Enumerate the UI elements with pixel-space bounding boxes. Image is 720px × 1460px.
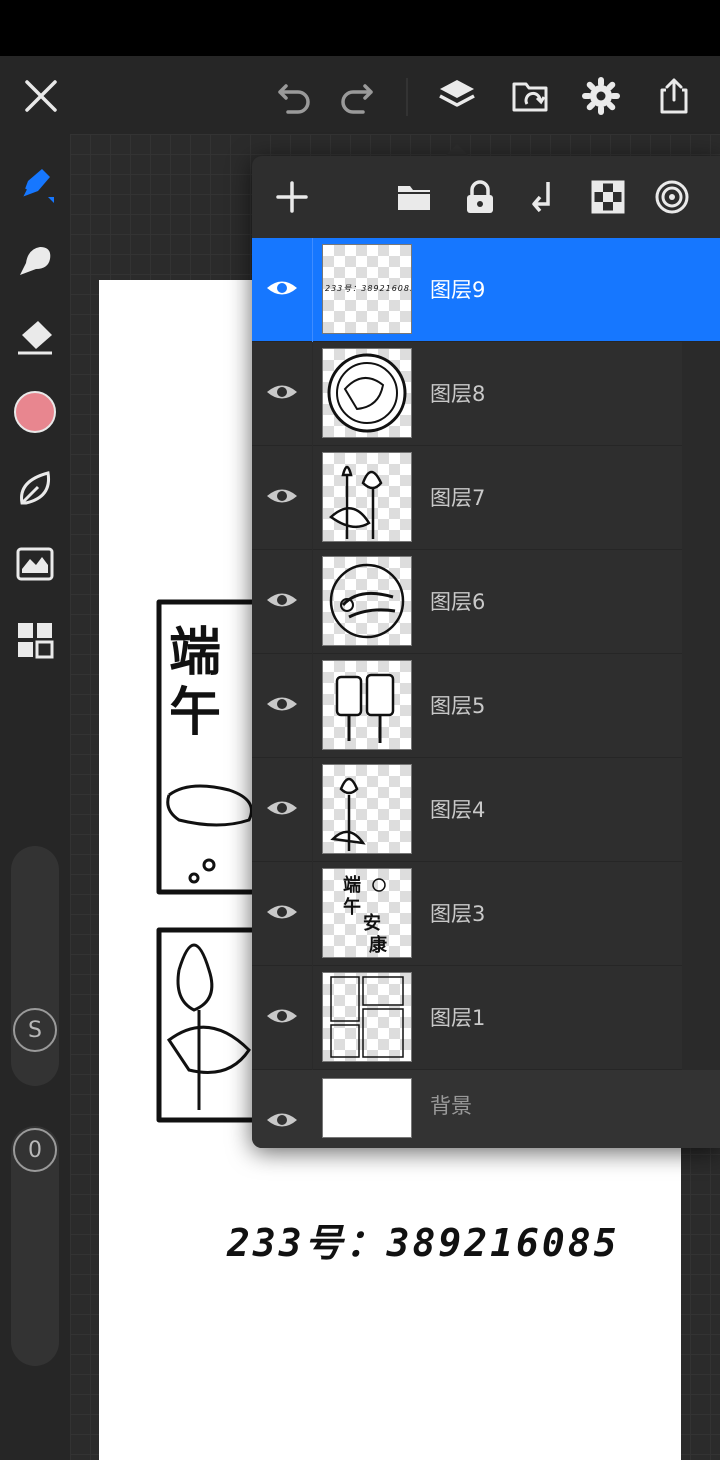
gallery-icon[interactable]	[506, 72, 554, 120]
visibility-eye-icon[interactable]	[262, 372, 302, 412]
layer-thumbnail	[322, 764, 412, 854]
redo-icon[interactable]	[333, 72, 381, 120]
svg-text:康: 康	[369, 934, 388, 956]
column-divider	[312, 342, 313, 446]
column-divider	[312, 966, 313, 1070]
visibility-eye-icon[interactable]	[262, 996, 302, 1036]
canvas-signature-text: 233号：389216085	[227, 1221, 620, 1265]
brush-size-knob[interactable]: S	[13, 1008, 57, 1052]
smudge-icon[interactable]	[11, 236, 59, 284]
gear-icon[interactable]	[577, 72, 625, 120]
layer-row[interactable]: 233号：389216085 图层9	[252, 238, 720, 342]
column-divider	[312, 446, 313, 550]
layer-name: 图层5	[430, 694, 486, 718]
opacity-knob[interactable]: 0	[13, 1128, 57, 1172]
layer-thumbnail	[322, 348, 412, 438]
layer-name: 图层4	[430, 798, 486, 822]
toolbar-divider	[406, 78, 408, 116]
share-icon[interactable]	[650, 72, 698, 120]
layers-icon[interactable]	[433, 72, 481, 120]
layer-row[interactable]: 图层5	[252, 654, 720, 758]
visibility-eye-icon[interactable]	[262, 892, 302, 932]
layer-thumbnail	[322, 556, 412, 646]
column-divider	[312, 238, 313, 342]
merge-down-icon[interactable]	[520, 174, 566, 220]
visibility-eye-icon[interactable]	[262, 684, 302, 724]
layer-name: 图层9	[430, 278, 486, 302]
color-swatch[interactable]	[11, 388, 59, 436]
column-divider	[312, 862, 313, 966]
layer-thumbnail: 端午安康	[322, 868, 412, 958]
adjustments-icon[interactable]	[11, 540, 59, 588]
column-divider	[312, 758, 313, 862]
panel-pointer	[445, 144, 469, 156]
svg-text:端: 端	[169, 622, 221, 683]
layer-row[interactable]: 图层7	[252, 446, 720, 550]
close-icon[interactable]	[17, 72, 65, 120]
svg-text:午: 午	[169, 682, 221, 743]
transparency-icon[interactable]	[585, 174, 631, 220]
layer-side-strip	[682, 550, 720, 654]
layer-row[interactable]: 端午安康 图层3	[252, 862, 720, 966]
layer-side-strip	[682, 758, 720, 862]
transform-icon[interactable]	[11, 616, 59, 664]
selection-icon[interactable]	[11, 464, 59, 512]
thumbnail-text: 233号：389216085	[325, 284, 412, 293]
layer-name: 图层1	[430, 1006, 486, 1030]
visibility-eye-icon[interactable]	[262, 788, 302, 828]
layer-side-strip	[682, 446, 720, 550]
layer-name: 背景	[430, 1094, 472, 1118]
background-color-thumbnail[interactable]	[322, 1078, 412, 1138]
visibility-eye-icon[interactable]	[262, 268, 302, 308]
layer-row[interactable]: 图层8	[252, 342, 720, 446]
column-divider	[312, 550, 313, 654]
layers-panel: 233号：389216085 图层9 图层8 图层7 图层6 图层5 图层4 端…	[252, 156, 720, 1148]
visibility-eye-icon[interactable]	[262, 580, 302, 620]
layer-row[interactable]: 图层4	[252, 758, 720, 862]
layer-name: 图层3	[430, 902, 486, 926]
layer-thumbnail	[322, 452, 412, 542]
layer-side-strip	[682, 862, 720, 966]
svg-text:端: 端	[343, 875, 361, 896]
layer-row[interactable]: 图层1	[252, 966, 720, 1070]
lock-icon[interactable]	[457, 174, 503, 220]
layer-name: 图层6	[430, 590, 486, 614]
status-bar	[0, 0, 720, 56]
undo-icon[interactable]	[270, 72, 318, 120]
layers-panel-toolbar	[252, 156, 720, 238]
layer-thumbnail	[322, 660, 412, 750]
layer-row-background[interactable]: 背景	[252, 1070, 720, 1148]
top-toolbar	[0, 56, 720, 134]
column-divider	[312, 654, 313, 758]
reference-icon[interactable]	[649, 174, 695, 220]
visibility-eye-icon[interactable]	[262, 1100, 302, 1140]
add-icon[interactable]	[269, 174, 315, 220]
layer-side-strip	[682, 966, 720, 1070]
layer-side-strip	[682, 654, 720, 758]
paint-brush-icon[interactable]	[11, 160, 59, 208]
layer-name: 图层8	[430, 382, 486, 406]
visibility-eye-icon[interactable]	[262, 476, 302, 516]
layer-name: 图层7	[430, 486, 486, 510]
left-toolbar: S 0	[0, 134, 70, 1460]
svg-text:安: 安	[363, 912, 381, 934]
current-color-dot	[14, 391, 56, 433]
eraser-icon[interactable]	[11, 312, 59, 360]
layer-thumbnail	[322, 972, 412, 1062]
folder-icon[interactable]	[391, 174, 437, 220]
layer-row[interactable]: 图层6	[252, 550, 720, 654]
layer-thumbnail: 233号：389216085	[322, 244, 412, 334]
layer-side-strip	[682, 342, 720, 446]
app-root: 端 午 233号：389216085 S 0 233号：389216085 图层…	[0, 0, 720, 1460]
svg-text:午: 午	[343, 896, 361, 918]
